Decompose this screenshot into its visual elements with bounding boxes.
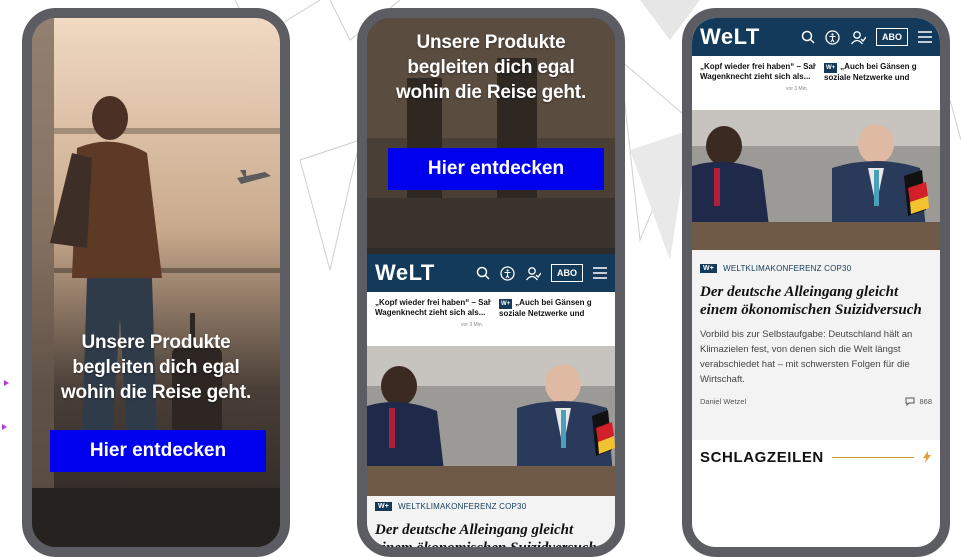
menu-icon[interactable] — [593, 267, 607, 279]
phone-mockup-middle: Unsere Produkte begleiten dich egal wohi… — [357, 8, 625, 557]
kicker-text: WELTKLIMAKONFERENZ COP30 — [398, 502, 527, 511]
teaser-title: soziale Netzwerke und — [499, 309, 585, 318]
hero-headline-line: begleiten dich egal — [72, 357, 240, 378]
welt-navbar: WeLT ABO — [692, 18, 940, 56]
wplus-badge: W+ — [499, 299, 513, 309]
teaser-title: Wagenknecht zieht sich als... — [375, 308, 486, 317]
comment-count[interactable]: 868 — [919, 397, 932, 406]
abo-button[interactable]: ABO — [876, 28, 908, 46]
phone-mockup-left: Unsere Produkte begleiten dich egal wohi… — [22, 8, 290, 557]
wplus-badge: W+ — [824, 63, 838, 73]
headline-line: einem ökonomischen Suizidversuch — [375, 540, 597, 556]
discover-button[interactable]: Hier entdecken — [388, 148, 604, 190]
section-title: SCHLAGZEILEN — [700, 448, 824, 466]
teaser-title: „Kopf wieder frei haben“ – Sahra — [700, 62, 816, 71]
hero-headline: Unsere Produkte begleiten dich egal wohi… — [32, 330, 280, 405]
teaser-item[interactable]: „Kopf wieder frei haben“ – Sahra Wagenkn… — [367, 292, 491, 346]
welt-logo[interactable]: WeLT — [375, 260, 435, 286]
article-headline[interactable]: Der deutsche Alleingang gleicht einem ök… — [700, 283, 932, 319]
teaser-title: „Kopf wieder frei haben“ – Sahra — [375, 298, 491, 307]
menu-icon[interactable] — [918, 31, 932, 43]
discover-button[interactable]: Hier entdecken — [50, 430, 266, 472]
welt-logo[interactable]: WeLT — [700, 24, 760, 50]
abo-button[interactable]: ABO — [551, 264, 583, 282]
teaser-time: vor 3 Min. — [461, 322, 483, 328]
teaser-title: „Auch bei Gänsen g — [840, 62, 917, 71]
user-icon[interactable] — [850, 30, 866, 45]
hero-headline-line: wohin die Reise geht. — [60, 382, 252, 403]
article-headline[interactable]: Der deutsche Alleingang gleicht einem ök… — [375, 521, 607, 556]
user-icon[interactable] — [525, 266, 541, 281]
hero-headline-line: begleiten dich egal — [407, 57, 575, 78]
teaser-item[interactable]: W+ „Auch bei Gänsen g soziale Netzwerke u… — [491, 292, 615, 346]
teaser-strip: „Kopf wieder frei haben“ – Sahra Wagenkn… — [692, 56, 940, 110]
section-divider — [831, 456, 914, 458]
search-icon[interactable] — [476, 266, 490, 280]
wplus-badge: W+ — [375, 502, 393, 511]
headlines-section-header: SCHLAGZEILEN — [692, 440, 940, 474]
lightning-icon — [923, 451, 931, 463]
accessibility-icon[interactable] — [500, 265, 515, 281]
headline-line: einem ökonomischen Suizidversuch — [700, 302, 922, 318]
article-summary: Vorbild bis zur Selbstaufgabe: Deutschla… — [700, 329, 913, 385]
teaser-title: Wagenknecht zieht sich als... — [700, 72, 811, 81]
conference-photo — [367, 346, 615, 496]
welt-navbar: WeLT ABO — [367, 254, 615, 292]
hero-headline-line: Unsere Produkte — [416, 32, 566, 53]
article-meta: Daniel Wetzel 868 — [700, 397, 932, 406]
hero-headline-line: Unsere Produkte — [81, 332, 231, 353]
conference-photo — [692, 110, 940, 250]
teaser-item[interactable]: „Kopf wieder frei haben“ – Sahra Wagenkn… — [692, 56, 816, 110]
comment-icon[interactable] — [905, 397, 915, 406]
headline-line: Der deutsche Alleingang gleicht — [700, 284, 899, 300]
hero-headline: Unsere Produkte begleiten dich egal wohi… — [367, 30, 615, 105]
teaser-title: „Auch bei Gänsen g — [515, 298, 592, 307]
teaser-time: vor 3 Min. — [786, 86, 808, 92]
phone-mockup-right: WeLT ABO „Kopf wieder frei haben“ – Sahr… — [682, 8, 950, 557]
headline-line: Der deutsche Alleingang gleicht — [375, 522, 574, 538]
kicker-text: WELTKLIMAKONFERENZ COP30 — [723, 264, 852, 273]
lead-article[interactable]: W+ WELTKLIMAKONFERENZ COP30 Der deutsche… — [367, 496, 615, 556]
teaser-title: soziale Netzwerke und — [824, 73, 910, 82]
wplus-badge: W+ — [700, 264, 718, 273]
article-kicker: W+ WELTKLIMAKONFERENZ COP30 — [700, 264, 932, 273]
accessibility-icon[interactable] — [825, 29, 840, 45]
search-icon[interactable] — [801, 30, 815, 44]
article-kicker: W+ WELTKLIMAKONFERENZ COP30 — [375, 502, 607, 511]
lead-article[interactable]: W+ WELTKLIMAKONFERENZ COP30 Der deutsche… — [692, 250, 940, 440]
article-author: Daniel Wetzel — [700, 397, 747, 406]
hero-headline-line: wohin die Reise geht. — [395, 82, 587, 103]
teaser-item[interactable]: W+ „Auch bei Gänsen g soziale Netzwerke u… — [816, 56, 940, 110]
teaser-strip: „Kopf wieder frei haben“ – Sahra Wagenkn… — [367, 292, 615, 346]
